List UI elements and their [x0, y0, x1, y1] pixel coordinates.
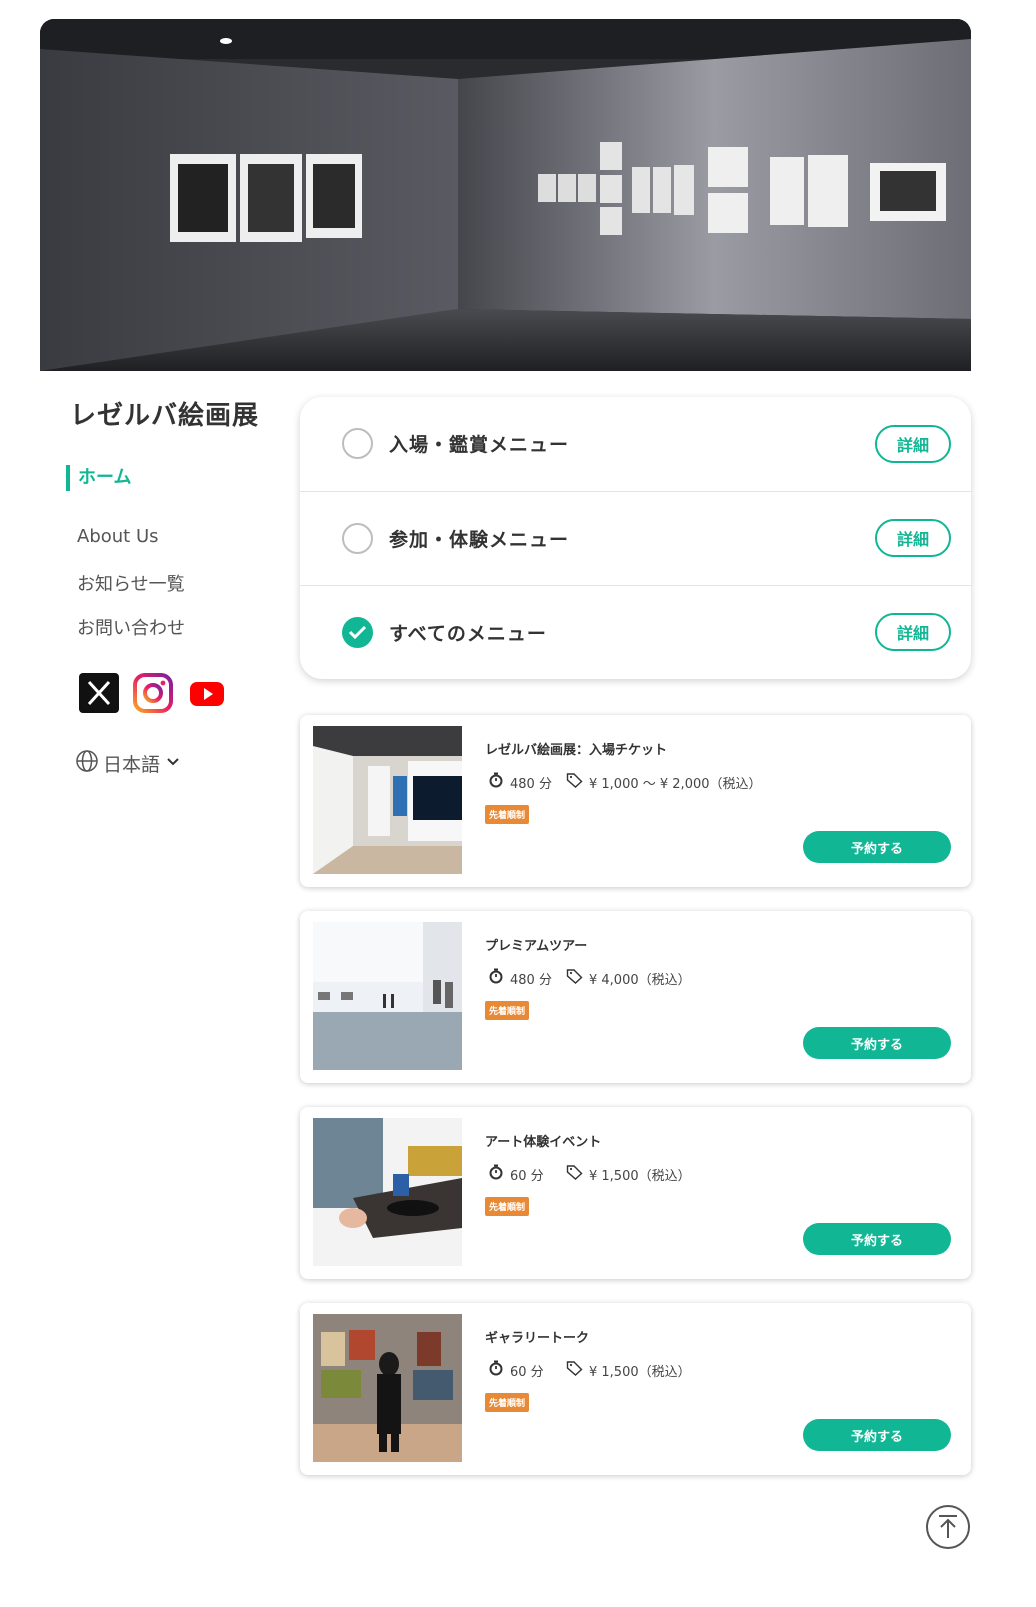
event-thumbnail [313, 726, 462, 874]
nav-about[interactable]: About Us [77, 526, 159, 547]
radio-button[interactable] [342, 523, 373, 554]
event-duration: 60 分 [510, 1165, 566, 1184]
stopwatch-icon [488, 968, 504, 988]
event-duration: 60 分 [510, 1361, 566, 1380]
category-option-all[interactable]: すべてのメニュー 詳細 [300, 585, 971, 678]
back-to-top-button[interactable] [926, 1505, 970, 1549]
event-title: アート体験イベント [485, 1131, 601, 1150]
category-label: 参加・体験メニュー [389, 525, 569, 552]
site-title: レゼルバ絵画展 [70, 395, 259, 432]
category-option-viewing[interactable]: 入場・鑑賞メニュー 詳細 [300, 397, 971, 490]
social-links [79, 673, 227, 713]
event-card[interactable]: レゼルバ絵画展：入場チケット 480 分 ¥ 1,000 ～ ¥ 2,000（税… [300, 715, 971, 887]
category-option-experience[interactable]: 参加・体験メニュー 詳細 [300, 491, 971, 584]
event-title: ギャラリートーク [485, 1327, 589, 1346]
stopwatch-icon [488, 1360, 504, 1380]
event-price: ¥ 1,000 ～ ¥ 2,000（税込） [589, 773, 762, 792]
instagram-icon[interactable] [133, 673, 173, 713]
detail-button[interactable]: 詳細 [875, 425, 951, 463]
detail-button[interactable]: 詳細 [875, 519, 951, 557]
status-badge: 先着順制 [485, 805, 529, 824]
event-title: プレミアムツアー [485, 935, 587, 954]
nav-home[interactable]: ホーム [66, 465, 131, 491]
event-thumbnail [313, 1314, 462, 1462]
event-title: レゼルバ絵画展：入場チケット [485, 739, 667, 758]
event-duration: 480 分 [510, 773, 566, 792]
status-badge: 先着順制 [485, 1197, 529, 1216]
hero-image [40, 19, 971, 371]
reserve-button[interactable]: 予約する [803, 1223, 951, 1255]
nav-contact[interactable]: お問い合わせ [77, 614, 185, 640]
nav-news[interactable]: お知らせ一覧 [77, 570, 185, 596]
stopwatch-icon [488, 772, 504, 792]
price-tag-icon [566, 1164, 583, 1184]
language-label: 日本語 [103, 750, 160, 777]
category-label: すべてのメニュー [389, 619, 547, 646]
status-badge: 先着順制 [485, 1001, 529, 1020]
radio-button-checked[interactable] [342, 617, 373, 648]
price-tag-icon [566, 1360, 583, 1380]
youtube-icon[interactable] [187, 673, 227, 713]
menu-category-card: 入場・鑑賞メニュー 詳細 参加・体験メニュー 詳細 すべてのメニュー 詳細 [300, 397, 971, 679]
x-icon[interactable] [79, 673, 119, 713]
reserve-button[interactable]: 予約する [803, 1419, 951, 1451]
language-select[interactable]: 日本語 [75, 749, 182, 778]
event-price: ¥ 4,000（税込） [589, 969, 691, 988]
reserve-button[interactable]: 予約する [803, 1027, 951, 1059]
event-price: ¥ 1,500（税込） [589, 1361, 691, 1380]
globe-icon [75, 749, 99, 778]
event-thumbnail [313, 1118, 462, 1266]
event-price: ¥ 1,500（税込） [589, 1165, 691, 1184]
radio-button[interactable] [342, 428, 373, 459]
event-thumbnail [313, 922, 462, 1070]
stopwatch-icon [488, 1164, 504, 1184]
price-tag-icon [566, 772, 583, 792]
event-card[interactable]: アート体験イベント 60 分 ¥ 1,500（税込） 先着順制 予約する [300, 1107, 971, 1279]
arrow-up-icon [928, 1507, 968, 1547]
chevron-down-icon [164, 752, 182, 775]
event-card[interactable]: プレミアムツアー 480 分 ¥ 4,000（税込） 先着順制 予約する [300, 911, 971, 1083]
event-card[interactable]: ギャラリートーク 60 分 ¥ 1,500（税込） 先着順制 予約する [300, 1303, 971, 1475]
event-duration: 480 分 [510, 969, 566, 988]
detail-button[interactable]: 詳細 [875, 613, 951, 651]
status-badge: 先着順制 [485, 1393, 529, 1412]
price-tag-icon [566, 968, 583, 988]
check-icon [348, 625, 367, 640]
reserve-button[interactable]: 予約する [803, 831, 951, 863]
category-label: 入場・鑑賞メニュー [389, 430, 569, 457]
